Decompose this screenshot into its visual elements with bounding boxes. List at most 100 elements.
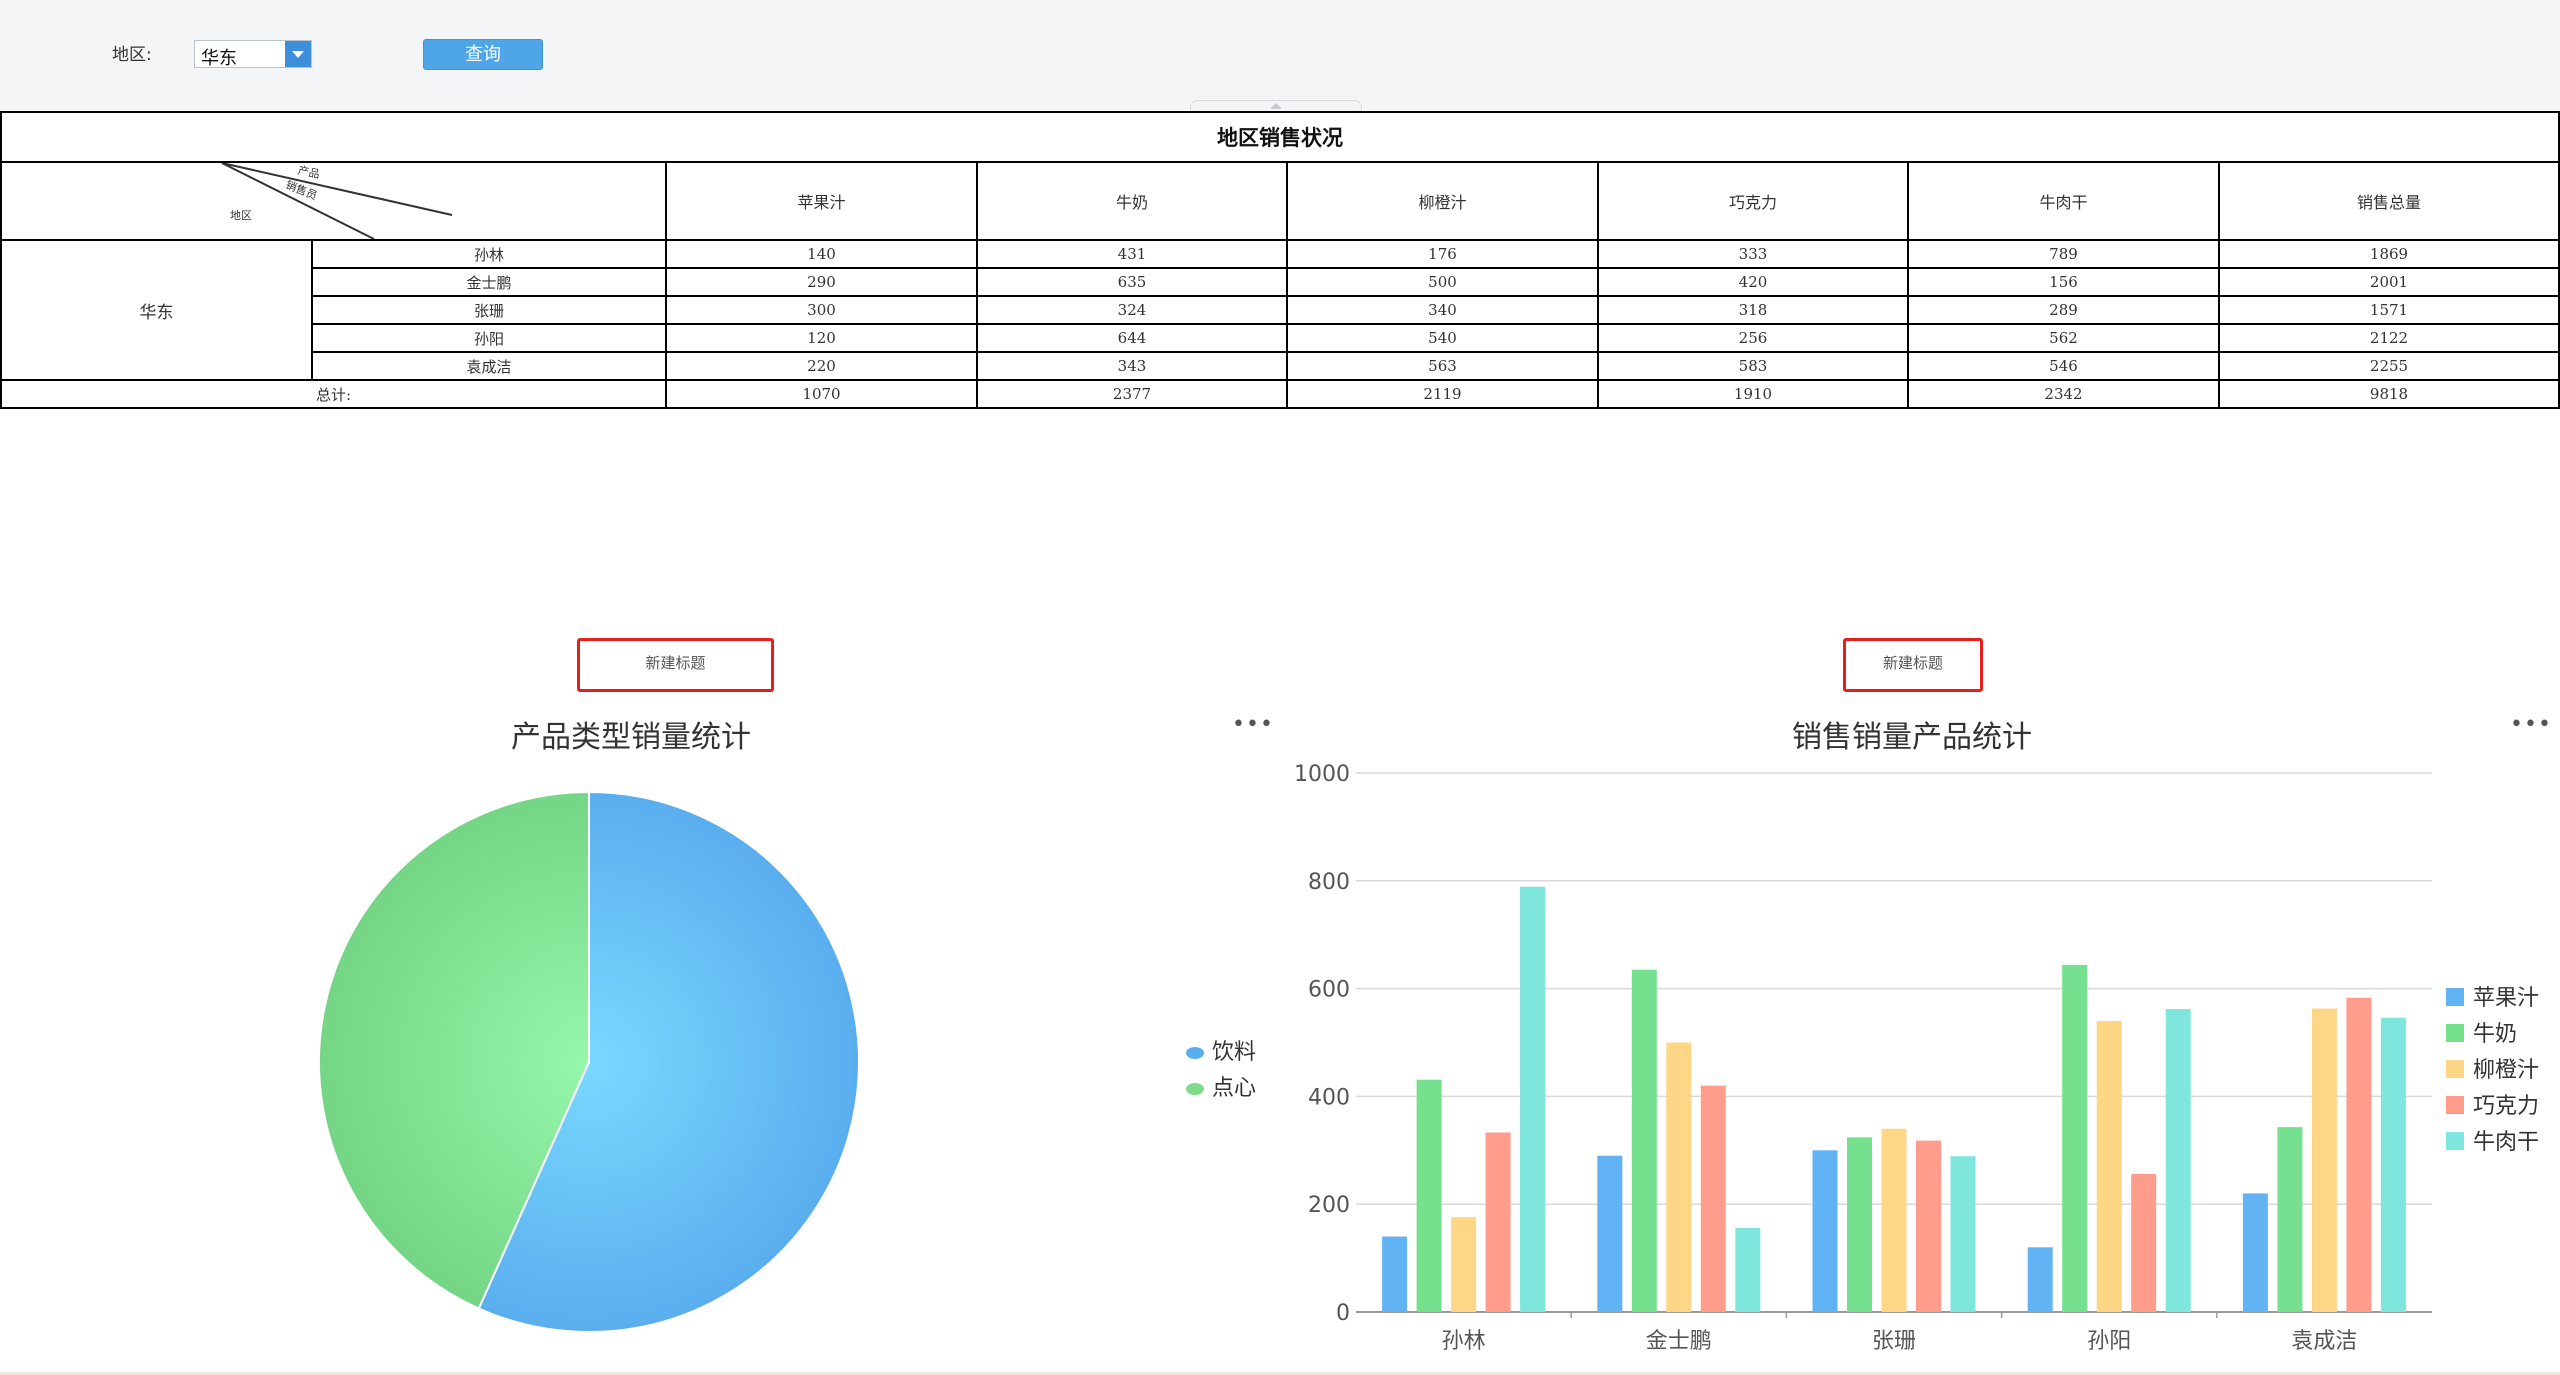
value-cell: 420 [1597,267,1909,297]
legend-marker-icon[interactable] [2446,1096,2464,1114]
x-tick-label: 袁成洁 [2291,1329,2357,1354]
region-label: 地区: [112,45,152,65]
bar-牛肉干-张珊[interactable] [1950,1156,1976,1312]
value-cell: 431 [976,239,1288,269]
legend-item[interactable]: 饮料 [1186,1034,1256,1066]
column-header: 巧克力 [1597,161,1909,241]
bar-巧克力-袁成洁[interactable] [2346,997,2372,1312]
legend-marker-icon[interactable] [2446,988,2464,1006]
value-cell: 324 [976,295,1288,325]
report-title: 地区销售状况 [0,111,2560,163]
bar-牛奶-金士鹏[interactable] [1631,969,1657,1312]
legend-label[interactable]: 巧克力 [2473,1094,2539,1119]
value-cell: 2001 [2218,267,2560,297]
value-cell: 343 [976,351,1288,381]
bar-苹果汁-袁成洁[interactable] [2242,1193,2268,1312]
bar-牛肉干-袁成洁[interactable] [2380,1017,2406,1312]
value-cell: 256 [1597,323,1909,353]
value-cell: 540 [1286,323,1599,353]
legend-item[interactable]: 点心 [1186,1070,1256,1102]
pie-chart-panel: 新建标题 产品类型销量统计 ••• 饮料 点心 [0,630,1273,1375]
bar-巧克力-孙林[interactable] [1485,1132,1511,1312]
value-cell: 562 [1907,323,2220,353]
bar-巧克力-张珊[interactable] [1916,1140,1941,1312]
value-cell: 156 [1907,267,2220,297]
y-tick-label: 1000 [1294,762,1350,787]
corner-label-region: 地区 [230,209,252,222]
bar-牛奶-孙阳[interactable] [2062,964,2088,1312]
x-tick-label: 金士鹏 [1646,1329,1712,1354]
region-select-value: 华东 [201,48,237,69]
legend-marker-icon [1186,1083,1204,1095]
value-cell: 546 [1907,351,2220,381]
legend-label[interactable]: 柳橙汁 [2473,1058,2539,1083]
value-cell: 500 [1286,267,1599,297]
y-tick-label: 600 [1308,978,1350,1003]
value-cell: 2122 [2218,323,2560,353]
bar-柳橙汁-袁成洁[interactable] [2311,1008,2337,1312]
bar-苹果汁-孙阳[interactable] [2027,1247,2053,1312]
value-cell: 220 [665,351,978,381]
legend-label: 饮料 [1212,1040,1257,1065]
legend-marker-icon[interactable] [2446,1060,2464,1078]
salesperson-cell: 孙林 [311,239,667,269]
value-cell: 300 [665,295,978,325]
value-cell: 635 [976,267,1288,297]
filter-bar: 地区: 华东 查询 [0,0,2560,113]
salesperson-cell: 袁成洁 [311,351,667,381]
bar-柳橙汁-孙阳[interactable] [2096,1020,2122,1312]
value-cell: 644 [976,323,1288,353]
legend-marker-icon[interactable] [2446,1132,2464,1150]
total-cell: 2342 [1907,379,2220,409]
column-header: 柳橙汁 [1286,161,1599,241]
bar-苹果汁-孙林[interactable] [1382,1236,1408,1312]
corner-header: 产品 销售员 地区 [0,161,667,241]
legend-label: 点心 [1212,1076,1257,1101]
sales-table: 地区销售状况 产品 销售员 地区 苹果汁 牛奶 柳橙汁 巧克力 牛肉干 销售总量… [0,111,2560,409]
bar-巧克力-金士鹏[interactable] [1700,1085,1726,1312]
region-cell: 华东 [0,239,313,381]
column-header: 牛肉干 [1907,161,2220,241]
bar-牛奶-孙林[interactable] [1416,1079,1442,1312]
value-cell: 176 [1286,239,1599,269]
bar-牛奶-袁成洁[interactable] [2277,1127,2303,1312]
column-header: 苹果汁 [665,161,978,241]
bar-chart-panel: 新建标题 销售销量产品统计 ••• 0 200 400 600 800 1000 孙林 金士鹏… [1270,630,2560,1375]
legend-label[interactable]: 牛奶 [2473,1022,2517,1047]
total-cell: 2119 [1286,379,1599,409]
legend-label[interactable]: 苹果汁 [2473,986,2539,1011]
x-tick-label: 张珊 [1872,1329,1916,1354]
y-tick-label: 0 [1336,1301,1350,1326]
value-cell: 1571 [2218,295,2560,325]
bar-牛肉干-孙林[interactable] [1520,886,1546,1312]
bar-牛奶-张珊[interactable] [1847,1137,1872,1312]
bar-柳橙汁-张珊[interactable] [1881,1128,1907,1312]
region-select[interactable]: 华东 [194,40,312,69]
total-label: 总计: [0,379,667,409]
y-tick-label: 200 [1308,1193,1350,1218]
bar-牛肉干-孙阳[interactable] [2165,1009,2191,1312]
table-row: 张珊 300 324 340 318 289 1571 [1,295,2560,325]
table-row: 孙阳 120 644 540 256 562 2122 [1,323,2560,353]
query-button[interactable]: 查询 [423,39,543,70]
value-cell: 289 [1907,295,2220,325]
total-cell: 9818 [2218,379,2560,409]
bar-巧克力-孙阳[interactable] [2131,1174,2157,1312]
legend-marker-icon[interactable] [2446,1024,2464,1042]
value-cell: 318 [1597,295,1909,325]
total-cell: 1910 [1597,379,1909,409]
value-cell: 563 [1286,351,1599,381]
value-cell: 583 [1597,351,1909,381]
x-tick-label: 孙阳 [2087,1329,2131,1354]
dropdown-arrow-icon[interactable] [285,41,311,67]
value-cell: 333 [1597,239,1909,269]
legend-label[interactable]: 牛肉干 [2473,1130,2539,1155]
bar-柳橙汁-金士鹏[interactable] [1666,1042,1692,1313]
value-cell: 120 [665,323,978,353]
value-cell: 789 [1907,239,2220,269]
bar-柳橙汁-孙林[interactable] [1451,1217,1477,1312]
bar-苹果汁-张珊[interactable] [1812,1150,1838,1312]
bar-苹果汁-金士鹏[interactable] [1597,1155,1623,1312]
table-row: 金士鹏 290 635 500 420 156 2001 [1,267,2560,297]
bar-牛肉干-金士鹏[interactable] [1735,1227,1761,1312]
